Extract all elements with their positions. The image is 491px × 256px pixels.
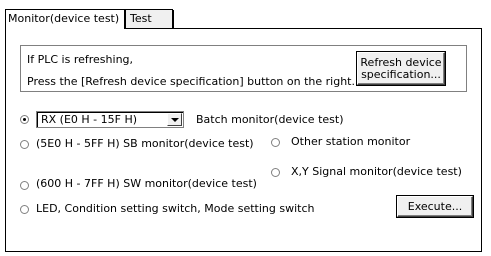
tab-label: Monitor(device test): [8, 12, 120, 25]
refresh-button-line-2: specification...: [361, 68, 441, 81]
tab-join: [7, 27, 124, 30]
other-station-radio[interactable]: [271, 138, 280, 147]
sb-monitor-radio[interactable]: [20, 140, 29, 149]
sw-monitor-radio[interactable]: [20, 181, 29, 190]
device-range-value: RX (E0 H - 15F H): [41, 113, 138, 126]
info-line-1: If PLC is refreshing,: [27, 53, 134, 66]
tab-monitor-device-test[interactable]: Monitor(device test): [5, 9, 125, 29]
xy-signal-label: X,Y Signal monitor(device test): [291, 165, 462, 178]
tab-edge: [172, 10, 174, 28]
tab-test[interactable]: Test: [125, 9, 173, 29]
batch-monitor-radio[interactable]: [20, 115, 29, 124]
xy-signal-radio[interactable]: [271, 168, 280, 177]
other-station-label: Other station monitor: [291, 135, 411, 148]
led-condition-label: LED, Condition setting switch, Mode sett…: [36, 202, 315, 215]
info-line-2: Press the [Refresh device specification]…: [27, 75, 355, 88]
sb-monitor-label: (5E0 H - 5FF H) SB monitor(device test): [36, 137, 254, 150]
batch-monitor-label: Batch monitor(device test): [196, 113, 344, 126]
refresh-device-specification-button[interactable]: Refresh device specification...: [357, 52, 445, 85]
sw-monitor-label: (600 H - 7FF H) SW monitor(device test): [36, 177, 257, 190]
led-condition-radio[interactable]: [20, 205, 29, 214]
chevron-down-icon[interactable]: [167, 113, 182, 126]
tab-label: Test: [130, 12, 152, 25]
device-range-select[interactable]: RX (E0 H - 15F H): [36, 111, 184, 128]
execute-button[interactable]: Execute...: [397, 196, 473, 217]
execute-button-label: Execute...: [407, 200, 463, 213]
